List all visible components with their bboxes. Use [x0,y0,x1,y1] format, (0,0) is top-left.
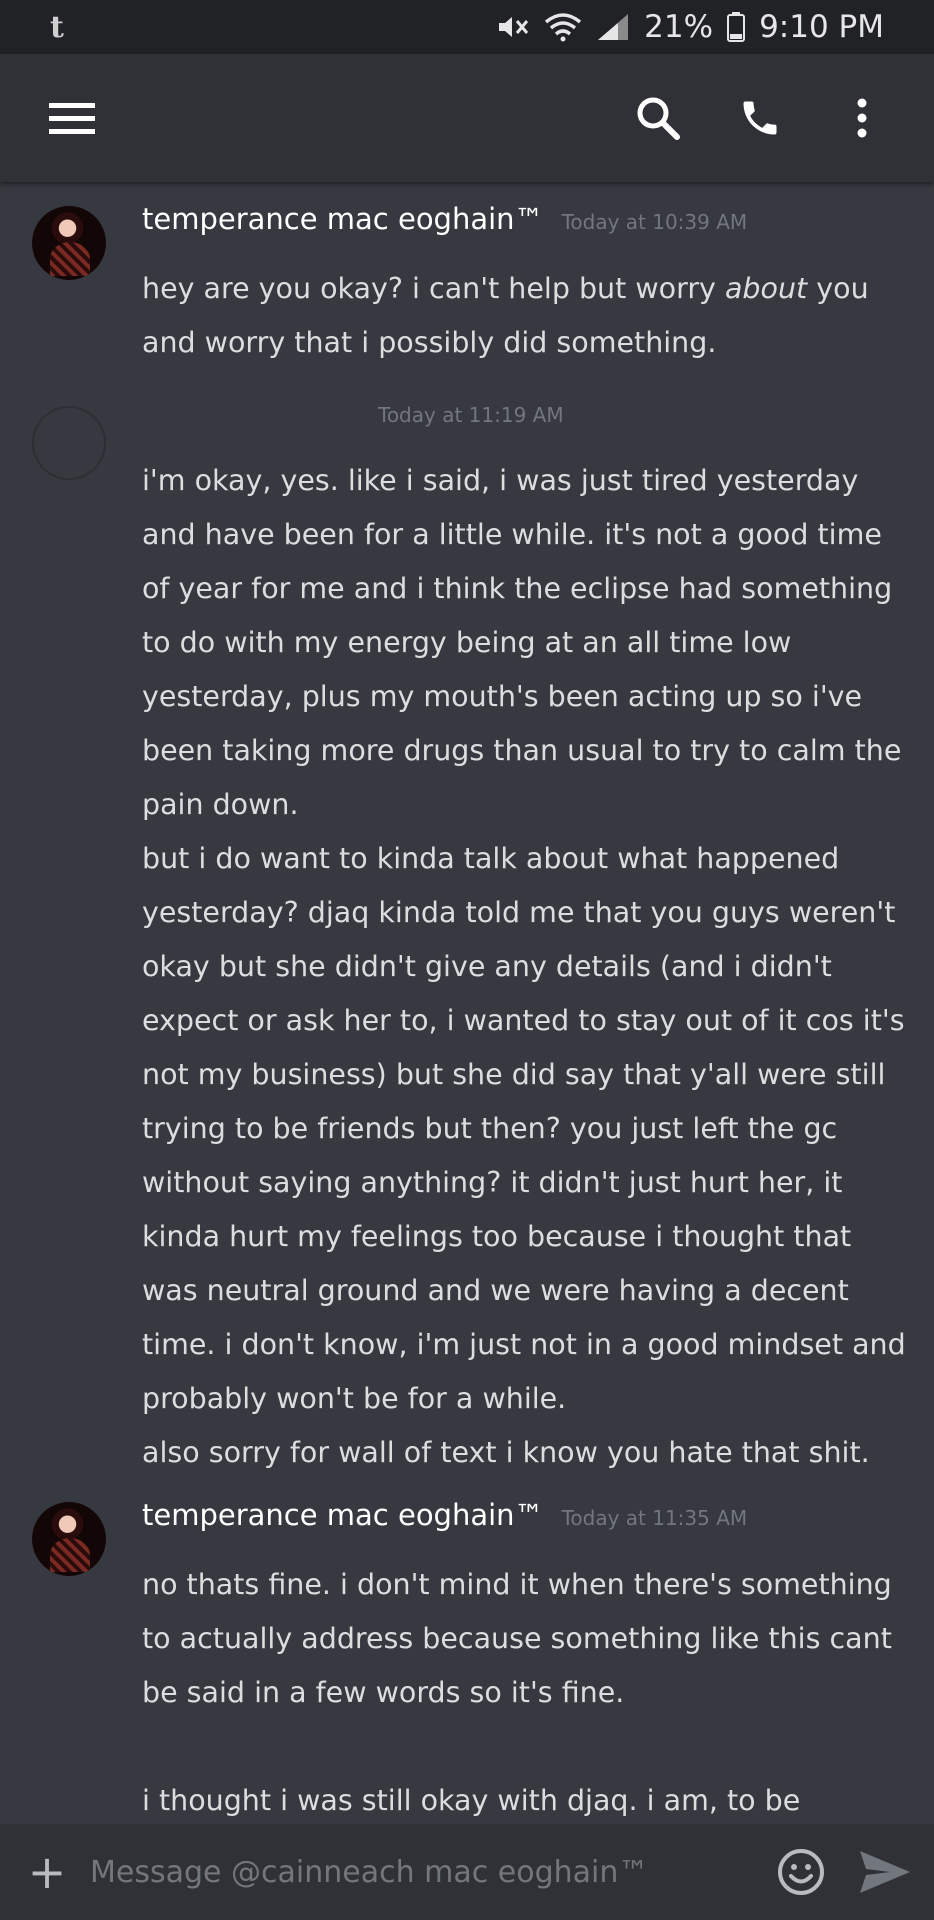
message-header: temperance mac eoghain™ Today at 11:35 A… [142,1498,904,1558]
message-group: temperance mac eoghain™ Today at 10:39 A… [0,182,934,370]
message-line: yesterday, plus my mouth's been acting u… [142,680,863,713]
battery-icon [727,12,746,42]
message-body: i'm okay, yes. like i said, i was just t… [142,454,906,1480]
message-line: but i do want to kinda talk about what h… [142,842,840,875]
message-line: i thought i was still okay with djaq. i … [142,1784,801,1817]
menu-button[interactable] [40,86,104,150]
message-line: kinda hurt my feelings too because i tho… [142,1220,852,1253]
message-header: temperance mac eoghain™ Today at 10:39 A… [142,202,904,262]
message-line: and have been for a little while. it's n… [142,518,882,551]
signal-icon [598,14,629,40]
message-body: no thats fine. i don't mind it when ther… [142,1558,904,1720]
avatar[interactable] [32,206,106,280]
message-line: been taking more drugs than usual to try… [142,734,902,767]
timestamp: Today at 11:35 AM [561,1506,748,1530]
message-line: without saying anything? it didn't just … [142,1166,843,1199]
search-icon [637,97,680,140]
message-line: yesterday? djaq kinda told me that you g… [142,896,896,929]
message-line: not my business) but she did say that y'… [142,1058,886,1091]
message-composer: + [0,1824,934,1920]
phone-icon [743,101,777,135]
more-options-button[interactable] [830,86,894,150]
message-line: time. i don't know, i'm just not in a go… [142,1328,906,1361]
emphasis-text: about [724,272,808,305]
wifi-icon [545,13,582,42]
message-input[interactable] [90,1854,766,1890]
avatar[interactable] [32,406,106,480]
message-line: be said in a few words so it's fine. [142,1676,625,1709]
message-line: probably won't be for a while. [142,1382,567,1415]
message-body: i thought i was still okay with djaq. i … [142,1774,904,1824]
call-button[interactable] [728,86,792,150]
message-list[interactable]: temperance mac eoghain™ Today at 10:39 A… [0,182,934,1824]
message-line: pain down. [142,788,299,821]
message-group: Today at 11:19 AM i'm okay, yes. like i … [0,394,934,1480]
message-line: of year for me and i think the eclipse h… [142,572,893,605]
send-icon[interactable] [858,1847,912,1897]
timestamp: Today at 11:19 AM [378,403,564,427]
emoji-icon[interactable] [776,1847,826,1897]
timestamp: Today at 10:39 AM [561,210,748,234]
more-icon [857,98,867,138]
status-bar: t 21% 9:10 PM [0,0,934,54]
message-line: hey are you okay? i can't help but worry… [142,272,869,305]
message-line: trying to be friends but then? you just … [142,1112,838,1145]
attach-plus-icon[interactable]: + [22,1849,72,1895]
message-line: okay but she didn't give any details (an… [142,950,832,983]
battery-percent: 21% [644,9,714,45]
clock: 9:10 PM [759,9,884,45]
app-bar [0,54,934,182]
message-line: no thats fine. i don't mind it when ther… [142,1568,892,1601]
tumblr-notification-icon: t [50,9,64,45]
menu-icon [49,103,95,134]
message-line: and worry that i possibly did something. [142,326,717,359]
mute-icon [499,17,529,37]
username[interactable]: temperance mac eoghain™ [142,1498,544,1532]
message-line: to actually address because something li… [142,1622,892,1655]
message-line: was neutral ground and we were having a … [142,1274,849,1307]
search-button[interactable] [626,86,690,150]
avatar[interactable] [32,1502,106,1576]
message-line: i'm okay, yes. like i said, i was just t… [142,464,859,497]
message-group: temperance mac eoghain™ Today at 11:35 A… [0,1498,934,1824]
status-icons: 21% 9:10 PM [496,9,884,45]
message-line: to do with my energy being at an all tim… [142,626,792,659]
username[interactable]: temperance mac eoghain™ [142,202,544,236]
message-line: expect or ask her to, i wanted to stay o… [142,1004,905,1037]
message-line: also sorry for wall of text i know you h… [142,1436,870,1469]
